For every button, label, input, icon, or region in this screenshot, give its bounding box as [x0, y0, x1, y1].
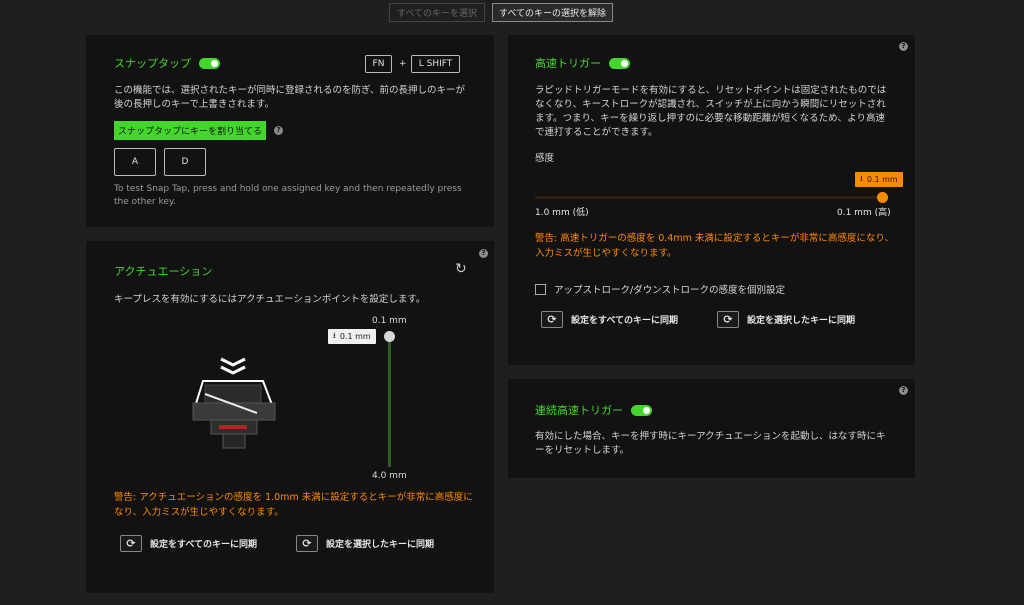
sync-selected-label: 設定を選択したキーに同期: [326, 540, 435, 550]
snap-tap-panel: スナップタップ FN + L SHIFT この機能では、選択されたキーが同時に登…: [86, 35, 494, 227]
sync-all-label: 設定をすべてのキーに同期: [571, 316, 679, 326]
key-fn: FN: [365, 55, 392, 73]
plus-sign: +: [399, 59, 407, 69]
rapid-trigger-description: ラピッドトリガーモードを有効にすると、リセットポイントは固定されたものではなくな…: [535, 85, 887, 138]
actuation-value-tooltip: ⭳ 0.1 mm: [328, 329, 376, 344]
key-left-shift: L SHIFT: [411, 55, 460, 73]
sync-icon: ⟳: [120, 535, 142, 552]
actuation-title: アクチュエーション: [114, 265, 213, 278]
sync-all-label: 設定をすべてのキーに同期: [150, 540, 258, 550]
actuation-panel: ? アクチュエーション ↻ キープレスを有効にするにはアクチュエーションポイント…: [86, 241, 494, 593]
actuation-slider-track[interactable]: [388, 336, 391, 467]
separate-sensitivity-checkbox[interactable]: [535, 283, 546, 295]
key-switch-illustration: [192, 357, 276, 449]
sync-icon: ⟳: [541, 311, 563, 328]
actuation-description: キープレスを有効にするにはアクチュエーションポイントを設定します。: [114, 294, 426, 305]
sync-selected-keys-button[interactable]: ⟳ 設定を選択したキーに同期: [717, 311, 855, 328]
separate-sensitivity-label: アップストローク/ダウンストロークの感度を個別設定: [554, 285, 786, 296]
help-icon[interactable]: ?: [899, 386, 908, 395]
sensitivity-max-label: 0.1 mm (高): [837, 208, 891, 218]
help-icon[interactable]: ?: [479, 249, 488, 258]
actuation-slider-thumb[interactable]: [384, 331, 395, 342]
snap-key-d[interactable]: D: [164, 148, 206, 176]
rapid-trigger-panel: ? 高速トリガー ラピッドトリガーモードを有効にすると、リセットポイントは固定さ…: [508, 35, 915, 365]
rapid-trigger-toggle[interactable]: [609, 57, 630, 69]
rapid-trigger-header: 高速トリガー: [535, 55, 630, 71]
snap-tap-description: この機能では、選択されたキーが同時に登録されるのを防ぎ、前の長押しのキーが後の長…: [114, 85, 466, 110]
continuous-rapid-title: 連続高速トリガー: [535, 404, 623, 417]
sync-selected-keys-button[interactable]: ⟳ 設定を選択したキーに同期: [296, 535, 434, 552]
snap-key-a[interactable]: A: [114, 148, 156, 176]
down-arrow-icon: ⭳: [860, 173, 863, 183]
actuation-top-label: 0.1 mm: [372, 316, 407, 326]
sensitivity-tooltip-value: 0.1 mm: [866, 175, 898, 184]
select-all-keys-button[interactable]: すべてのキーを選択: [389, 3, 485, 22]
continuous-rapid-description: 有効にした場合、キーを押す時にキーアクチュエーションを起動し、はなす時にキーをリ…: [535, 431, 886, 456]
help-icon[interactable]: ?: [899, 42, 908, 51]
down-arrow-icon: ⭳: [333, 330, 336, 340]
snap-tap-title: スナップタップ: [114, 57, 191, 70]
continuous-rapid-header: 連続高速トリガー: [535, 402, 652, 418]
sync-all-keys-button[interactable]: ⟳ 設定をすべてのキーに同期: [541, 311, 678, 328]
assign-snap-tap-button[interactable]: スナップタップにキーを割り当てる: [114, 121, 266, 140]
continuous-rapid-trigger-panel: ? 連続高速トリガー 有効にした場合、キーを押す時にキーアクチュエーションを起動…: [508, 379, 915, 478]
separate-sensitivity-option[interactable]: アップストローク/ダウンストロークの感度を個別設定: [535, 282, 785, 296]
help-icon[interactable]: ?: [274, 126, 283, 135]
reset-icon[interactable]: ↻: [455, 261, 467, 277]
sync-all-keys-button[interactable]: ⟳ 設定をすべてのキーに同期: [120, 535, 257, 552]
sensitivity-slider-track[interactable]: [535, 196, 883, 199]
sensitivity-label: 感度: [535, 153, 555, 164]
continuous-rapid-toggle[interactable]: [631, 404, 652, 416]
sync-icon: ⟳: [717, 311, 739, 328]
rapid-trigger-title: 高速トリガー: [535, 57, 601, 70]
sensitivity-min-label: 1.0 mm (低): [535, 208, 589, 218]
deselect-all-keys-button[interactable]: すべてのキーの選択を解除: [492, 3, 613, 22]
rapid-trigger-warning: 警告: 高速トリガーの感度を 0.4mm 未満に設定するとキーが非常に高感度にな…: [535, 233, 894, 259]
snap-tap-test-hint: To test Snap Tap, press and hold one ass…: [114, 184, 462, 207]
snap-tap-header: スナップタップ: [114, 55, 220, 71]
sensitivity-value-tooltip: ⭳ 0.1 mm: [855, 172, 903, 187]
sensitivity-slider-thumb[interactable]: [877, 192, 888, 203]
actuation-warning: 警告: アクチュエーションの感度を 1.0mm 未満に設定するとキーが非常に高感…: [114, 492, 473, 518]
sync-selected-label: 設定を選択したキーに同期: [747, 316, 856, 326]
sync-icon: ⟳: [296, 535, 318, 552]
actuation-bottom-label: 4.0 mm: [372, 471, 407, 481]
snap-tap-toggle[interactable]: [199, 57, 220, 69]
actuation-tooltip-value: 0.1 mm: [339, 332, 371, 341]
